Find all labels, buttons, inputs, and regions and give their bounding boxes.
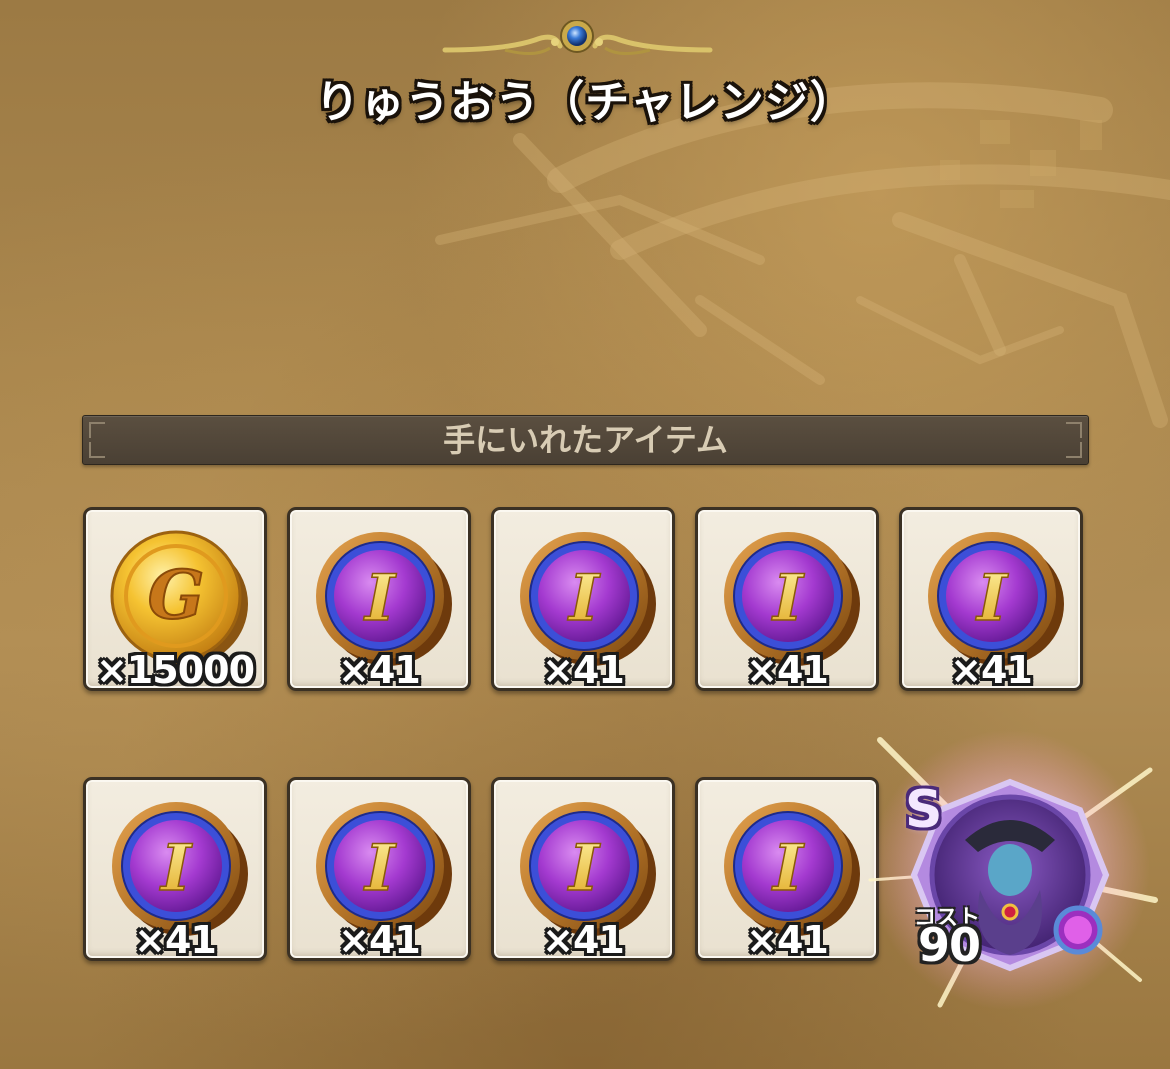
svg-text:I: I — [771, 831, 805, 906]
item-quantity: ×41 — [338, 648, 421, 692]
item-quantity: ×41 — [950, 648, 1033, 692]
reward-item-tile[interactable]: G ×15000 — [83, 507, 267, 692]
reward-item-tile[interactable]: I ×41 — [695, 507, 879, 692]
item-quantity: ×41 — [542, 648, 625, 692]
item-quantity: ×41 — [338, 918, 421, 962]
svg-text:I: I — [567, 831, 601, 906]
reward-item-tile[interactable]: I ×41 — [287, 777, 471, 962]
medal-cost-value: 90 — [918, 918, 981, 972]
svg-text:I: I — [567, 561, 601, 636]
reward-item-tile[interactable]: I ×41 — [695, 777, 879, 962]
svg-text:G: G — [148, 556, 204, 634]
page-title: りゅうおう（チャレンジ） — [315, 77, 855, 128]
medal-rank-badge: S — [905, 780, 943, 840]
svg-text:I: I — [975, 561, 1009, 636]
item-quantity: ×41 — [542, 918, 625, 962]
reward-item-tile[interactable]: I ×41 — [491, 507, 675, 692]
reward-item-tile[interactable]: I ×41 — [287, 507, 471, 692]
item-quantity: ×41 — [134, 918, 217, 962]
svg-text:I: I — [771, 561, 805, 636]
svg-text:I: I — [159, 831, 193, 906]
section-header: 手にいれたアイテム — [82, 415, 1089, 465]
svg-text:I: I — [363, 561, 397, 636]
reward-item-tile[interactable]: I ×41 — [491, 777, 675, 962]
section-title: 手にいれたアイテム — [443, 421, 728, 459]
reward-item-tile[interactable]: I ×41 — [899, 507, 1083, 692]
item-quantity: ×15000 — [95, 648, 255, 692]
item-quantity: ×41 — [746, 648, 829, 692]
svg-text:I: I — [363, 831, 397, 906]
monster-medal-icon[interactable] — [860, 730, 1160, 1010]
item-quantity: ×41 — [746, 918, 829, 962]
reward-item-tile[interactable]: I ×41 — [83, 777, 267, 962]
